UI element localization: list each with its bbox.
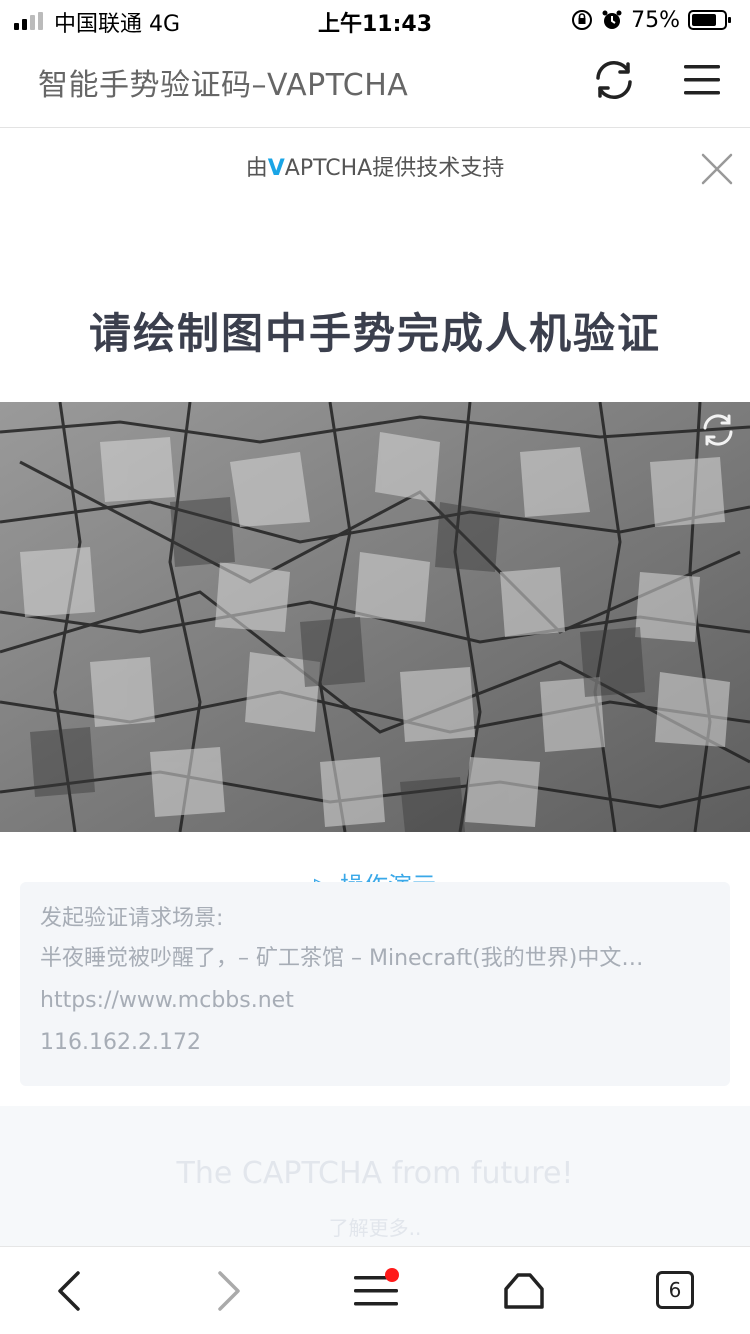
- footer-band: The CAPTCHA from future! 了解更多..: [0, 1106, 750, 1246]
- powered-by-text: 由VAPTCHA提供技术支持: [0, 150, 750, 182]
- status-right-group: 75%: [571, 6, 732, 34]
- captcha-noise-pattern: [0, 402, 750, 832]
- brand-v-letter: V: [267, 156, 285, 181]
- menu-icon[interactable]: [682, 60, 722, 100]
- captcha-instruction: 请绘制图中手势完成人机验证: [88, 309, 661, 358]
- captcha-refresh-icon[interactable]: [698, 410, 738, 450]
- powered-prefix: 由: [245, 156, 268, 181]
- alarm-icon: [602, 10, 622, 29]
- battery-percentage: 75%: [631, 7, 680, 33]
- browser-header: 智能手势验证码–VAPTCHA: [0, 40, 750, 128]
- request-ip: 116.162.2.172: [40, 1030, 201, 1055]
- more-menu-icon[interactable]: [352, 1267, 400, 1315]
- page-title: 智能手势验证码–VAPTCHA: [38, 68, 409, 103]
- rotation-lock-icon: [572, 10, 593, 30]
- request-info-card: 发起验证请求场景: 半夜睡觉被吵醒了，– 矿工茶馆 – Minecraft(我的…: [20, 882, 730, 1086]
- home-icon[interactable]: [500, 1267, 548, 1315]
- browser-toolbar: 6: [0, 1246, 750, 1334]
- learn-more-link[interactable]: 了解更多..: [0, 1212, 750, 1241]
- request-url: https://www.mcbbs.net: [40, 988, 294, 1013]
- request-scene-title: 半夜睡觉被吵醒了，– 矿工茶馆 – Minecraft(我的世界)中文…: [40, 946, 644, 971]
- captcha-gesture-image[interactable]: [0, 402, 750, 832]
- brand-name: APTCHA: [284, 156, 373, 181]
- status-bar: 中国联通 4G 上午11:43 75%: [0, 0, 750, 40]
- close-icon[interactable]: [700, 152, 734, 186]
- battery-icon: [688, 10, 731, 30]
- tabs-count-button[interactable]: 6: [656, 1271, 694, 1309]
- refresh-icon[interactable]: [590, 56, 638, 104]
- forward-arrow-icon[interactable]: [204, 1267, 252, 1315]
- request-scene-label: 发起验证请求场景:: [40, 906, 224, 931]
- notification-dot: [385, 1268, 399, 1282]
- back-arrow-icon[interactable]: [46, 1267, 94, 1315]
- tagline: The CAPTCHA from future!: [176, 1156, 574, 1191]
- powered-suffix: 提供技术支持: [372, 156, 505, 181]
